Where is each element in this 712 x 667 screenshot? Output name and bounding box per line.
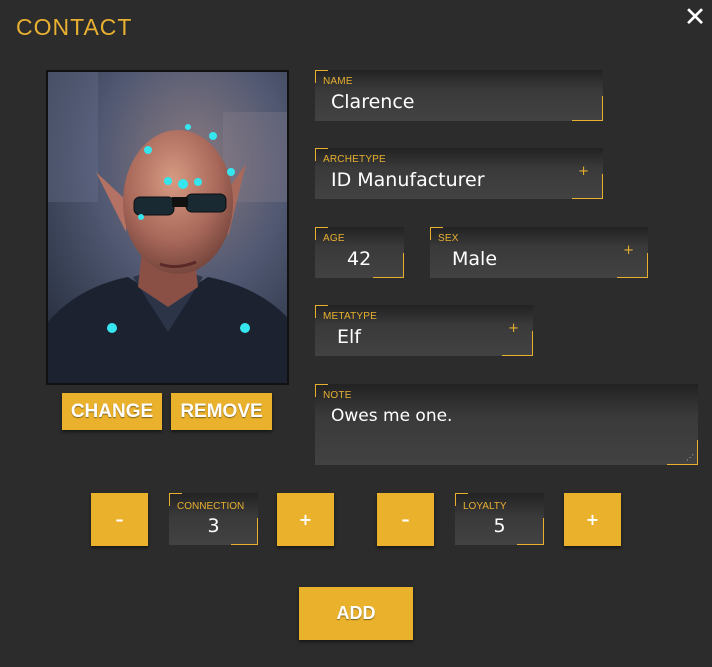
loyalty-increase-button[interactable]: + [564,493,621,546]
loyalty-stat: LOYALTY 5 [455,493,544,545]
remove-portrait-button[interactable]: REMOVE [171,393,272,430]
connection-stat: CONNECTION 3 [169,493,258,545]
archetype-plus-icon[interactable]: + [578,164,589,179]
loyalty-value: 5 [493,515,506,537]
add-button[interactable]: ADD [299,587,413,640]
connection-decrease-button[interactable]: – [91,493,148,546]
metatype-value[interactable]: Elf [337,326,361,348]
sex-field[interactable]: SEX Male + [430,227,648,278]
note-field[interactable]: NOTE Owes me one. ⋰ [315,384,698,465]
sex-label: SEX [438,233,459,244]
name-label: NAME [323,76,353,87]
archetype-field[interactable]: ARCHETYPE ID Manufacturer + [315,148,603,199]
age-value[interactable]: 42 [347,248,371,270]
metatype-field[interactable]: METATYPE Elf + [315,305,533,356]
metatype-label: METATYPE [323,311,378,322]
sex-value[interactable]: Male [452,248,497,270]
note-label: NOTE [323,390,352,401]
loyalty-label: LOYALTY [463,501,507,512]
age-label: AGE [323,233,345,244]
connection-increase-button[interactable]: + [277,493,334,546]
age-field[interactable]: AGE 42 [315,227,404,278]
contact-portrait [46,70,289,385]
connection-value: 3 [207,515,220,537]
name-field[interactable]: NAME Clarence [315,70,603,121]
loyalty-decrease-button[interactable]: – [377,493,434,546]
note-value[interactable]: Owes me one. [331,406,452,426]
archetype-value[interactable]: ID Manufacturer [331,169,485,191]
connection-label: CONNECTION [177,501,245,512]
resize-handle-icon[interactable]: ⋰ [686,454,694,462]
metatype-plus-icon[interactable]: + [508,321,519,336]
name-value[interactable]: Clarence [331,91,414,113]
change-portrait-button[interactable]: CHANGE [62,393,162,430]
dialog-title: CONTACT [16,14,133,40]
sex-plus-icon[interactable]: + [623,243,634,258]
archetype-label: ARCHETYPE [323,154,386,165]
close-icon[interactable]: ✕ [680,3,710,33]
